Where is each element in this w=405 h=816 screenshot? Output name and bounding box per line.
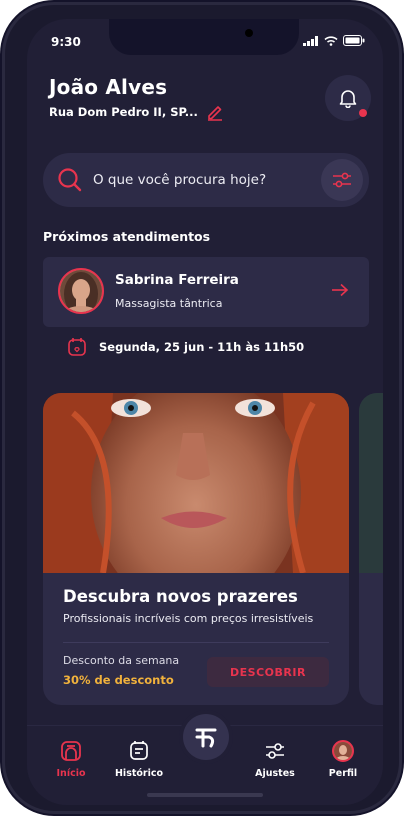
promo-image [359, 393, 383, 573]
wifi-icon [324, 35, 338, 46]
header: João Alves Rua Dom Pedro II, SP... [49, 75, 224, 121]
promo-subtitle: Profissionais incríveis com preços irres… [63, 612, 314, 625]
search-bar[interactable]: O que você procura hoje? [43, 153, 369, 207]
tab-label: Perfil [328, 768, 358, 779]
status-icons [303, 35, 365, 46]
section-title-appointments: Próximos atendimentos [43, 229, 211, 244]
logo-icon [195, 728, 217, 748]
promo-card-next[interactable] [359, 393, 383, 705]
app-screen: 9:30 João Alves Rua Dom Pedro II, SP... … [27, 19, 383, 805]
address-row[interactable]: Rua Dom Pedro II, SP... [49, 103, 224, 121]
discount-label: Desconto da semana [63, 654, 180, 667]
status-bar: 9:30 [27, 19, 383, 63]
search-icon [58, 168, 82, 192]
tab-settings[interactable]: Ajustes [245, 740, 305, 779]
edit-pencil-icon[interactable] [206, 103, 224, 121]
center-logo-button[interactable] [183, 714, 229, 760]
promo-title: Descubra novos prazeres [63, 587, 298, 606]
tab-history[interactable]: Histórico [109, 740, 169, 779]
sliders-icon [333, 172, 351, 188]
notch [109, 19, 299, 55]
notification-dot [359, 109, 367, 117]
appointment-date-row: Segunda, 25 jun - 11h às 11h50 [67, 337, 304, 357]
tab-bar: Início Histórico Ajustes Perfil [27, 714, 383, 805]
professional-role: Massagista tântrica [115, 297, 223, 310]
address-text: Rua Dom Pedro II, SP... [49, 105, 198, 119]
search-input[interactable]: O que você procura hoje? [93, 172, 266, 188]
camera-icon [245, 29, 253, 37]
appointment-date: Segunda, 25 jun - 11h às 11h50 [99, 340, 305, 354]
user-name: João Alves [49, 75, 168, 99]
phone-frame: 9:30 João Alves Rua Dom Pedro II, SP... … [2, 2, 402, 814]
arrow-right-icon[interactable] [331, 283, 349, 297]
settings-icon [266, 743, 284, 759]
tab-label: Ajustes [255, 768, 295, 779]
appointment-card[interactable]: Sabrina Ferreira Massagista tântrica [43, 257, 369, 327]
avatar [58, 268, 104, 314]
bell-icon [339, 90, 357, 108]
calendar-icon [68, 338, 86, 356]
battery-icon [343, 35, 365, 46]
home-indicator [147, 793, 263, 797]
notifications-button[interactable] [325, 75, 371, 121]
filter-button[interactable] [321, 159, 363, 201]
promo-card[interactable]: Descubra novos prazeres Profissionais in… [43, 393, 349, 705]
history-icon [130, 741, 148, 760]
home-icon [61, 741, 81, 761]
avatar [332, 740, 354, 762]
tab-home[interactable]: Início [41, 740, 101, 779]
discover-button[interactable]: DESCOBRIR [207, 657, 329, 687]
tab-profile[interactable]: Perfil [313, 740, 373, 779]
signal-icon [303, 35, 318, 46]
divider [63, 642, 329, 643]
discount-value: 30% de desconto [63, 673, 174, 687]
tab-label: Início [56, 768, 86, 779]
professional-name: Sabrina Ferreira [115, 272, 239, 288]
promo-image [43, 393, 349, 573]
status-time: 9:30 [51, 35, 81, 49]
tab-label: Histórico [114, 768, 164, 779]
